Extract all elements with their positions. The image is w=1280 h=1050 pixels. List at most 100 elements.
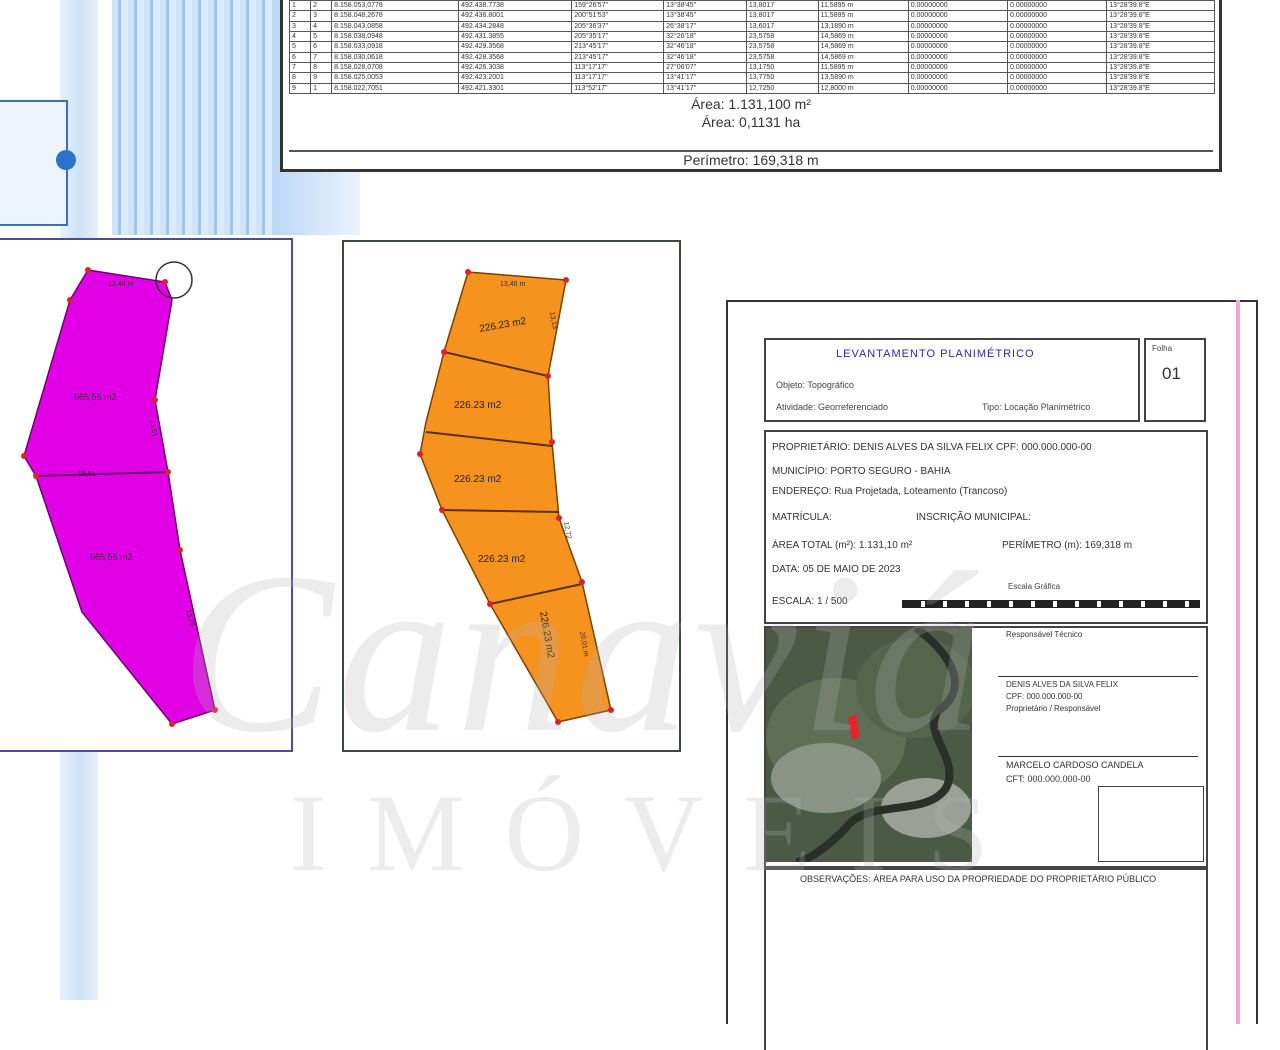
table-cell: 0.00000000 (907, 0, 1008, 12)
vertex-point (417, 451, 423, 457)
table-cell: 32°26'18" (663, 30, 747, 43)
area-label: 565,55 m2 (74, 392, 117, 402)
header-type: Tipo: Locação Planimétrico (982, 402, 1091, 412)
registration-line: MATRÍCULA: (772, 512, 832, 523)
sheet-number-label: Folha (1152, 344, 1173, 353)
vertex-point (556, 515, 562, 521)
table-cell: 0.00000000 (1006, 30, 1108, 43)
table-cell: 8 (288, 72, 312, 84)
header-box: LEVANTAMENTO PLANIMÉTRICO Objeto: Topogr… (764, 338, 1140, 422)
table-cell: 205°35'17" (571, 30, 665, 43)
selection-ring-icon (155, 261, 193, 299)
vertex-point (555, 719, 561, 725)
municipality-line: MUNICÍPIO: PORTO SEGURO - BAHIA (772, 466, 951, 477)
table-cell: 492.428.3568 (458, 51, 573, 63)
vertex-point (545, 373, 551, 379)
table-cell: 8.158.028,0708 (331, 61, 460, 74)
table-cell: 27°06'07" (663, 61, 747, 74)
owner-line: PROPRIETÁRIO: DENIS ALVES DA SILVA FELIX… (772, 442, 1092, 453)
table-cell: 13°28'39.8"E (1106, 61, 1215, 74)
signer-name: DENIS ALVES DA SILVA FELIX (1006, 680, 1119, 689)
table-cell: 23,5758 (745, 51, 819, 63)
table-cell: 11,5895 m (817, 61, 909, 74)
signature-line (998, 756, 1198, 757)
lower-section: Responsável Técnico DENIS ALVES DA SILVA… (764, 626, 1208, 868)
table-cell: 13,7750 (745, 72, 819, 84)
table-cell: 0.00000000 (1006, 61, 1108, 74)
table-cell: 492.426.3038 (458, 61, 573, 74)
graphic-scale-label: Escala Gráfica (1008, 582, 1061, 591)
table-row: 1 2 8.158.053,0778 492.438.7738 159°26'57" 13… (288, 0, 1215, 12)
table-cell: 492.436.8001 (458, 10, 573, 22)
table-row: 3 4 8.158.043,0858 492.434.2848 205°36'37" 26… (288, 20, 1215, 33)
table-row: 7 8 8.158.028,0708 492.426.3038 113°17'17" 27… (288, 61, 1215, 74)
technician-registration: CFT: 000.000.000-00 (1006, 774, 1091, 784)
table-cell: 159°26'57" (571, 0, 665, 12)
table-cell: 0.00000000 (907, 61, 1008, 74)
table-cell: 13°38'45" (663, 10, 747, 22)
table-row: 5 6 8.158.033,0918 492.429.3568 213°45'17" 32… (288, 41, 1215, 53)
table-cell: 0.00000000 (907, 30, 1008, 43)
table-cell: 8.158.030,0618 (331, 51, 460, 63)
table-cell: 13,8017 (745, 10, 819, 22)
table-cell: 14,5869 m (817, 30, 909, 43)
table-cell: 13,1890 m (817, 20, 909, 33)
area-label: 226.23 m2 (454, 400, 502, 411)
table-cell: 0.00000000 (1006, 41, 1108, 53)
stamp-box (1098, 786, 1204, 862)
table-cell: 0.00000000 (1006, 10, 1108, 22)
header-activity: Atividade: Georreferenciado (776, 402, 889, 412)
table-cell: 8.158.038,0948 (331, 30, 460, 43)
table-cell: 1 (288, 0, 312, 12)
table-cell: 213°45'17" (571, 51, 665, 63)
table-cell: 8.158.025,0053 (331, 72, 460, 84)
lot-svg-orange: 226.23 m2 226.23 m2 226.23 m2 226.23 m2 … (417, 269, 614, 725)
vertex-point (549, 439, 555, 445)
table-cell: 14,5869 m (817, 41, 909, 53)
table-cell: 13°41'17" (663, 82, 747, 95)
table-cell: 12,8000 m (817, 82, 909, 95)
area-label: 226.23 m2 (454, 474, 502, 485)
address-line: ENDEREÇO: Rua Projetada, Loteamento (Tra… (772, 486, 1008, 497)
table-cell: 492.434.2848 (458, 20, 573, 33)
table-cell: 3 (310, 10, 333, 22)
handle-dot-icon[interactable] (56, 150, 76, 170)
table-cell: 8.158.053,0778 (331, 0, 460, 12)
table-cell: 32°46'18" (663, 41, 747, 53)
table-cell: 4 (288, 30, 312, 43)
signature-label: Responsável Técnico (1006, 630, 1083, 639)
table-cell: 113°17'17" (571, 72, 665, 84)
table-cell: 2 (310, 0, 333, 12)
table-cell: 4 (310, 20, 333, 33)
vertex-point (608, 707, 614, 713)
table-cell: 11,5895 m (817, 10, 909, 22)
table-cell: 200°51'53" (571, 10, 665, 22)
table-cell: 6 (288, 51, 312, 63)
table-cell: 26°38'17" (663, 20, 747, 33)
coordinates-table: 1 2 8.158.053,0778 492.438.7738 159°26'57" 13… (288, 0, 1215, 95)
info-box: PROPRIETÁRIO: DENIS ALVES DA SILVA FELIX… (764, 430, 1208, 624)
table-cell: 12,7250 (745, 82, 819, 95)
perimeter-line: PERÍMETRO (m): 169,318 m (1002, 540, 1133, 551)
vertex-point (441, 349, 447, 355)
vertex-point (169, 721, 175, 727)
edge-label: 15,51 (78, 471, 96, 478)
vertex-point (67, 297, 73, 303)
signature-line (998, 676, 1198, 677)
lot-drawing-orange: 226.23 m2 226.23 m2 226.23 m2 226.23 m2 … (342, 240, 681, 752)
lot-drawing-purple: 565,55 m2 565,55 m2 13,46 m 15,51 15,51 … (0, 238, 293, 752)
date-line: DATA: 05 DE MAIO DE 2023 (772, 564, 901, 575)
table-cell: 32°46'18" (663, 51, 747, 63)
vertex-point (33, 473, 39, 479)
table-cell: 3 (288, 20, 312, 33)
area-m2-text: Área: 1.131,100 m² (691, 96, 811, 112)
edge-label: 13,46 m (500, 281, 525, 288)
signer-cpf: CPF: 000.000.000-00 (1006, 692, 1083, 701)
table-cell: 14,5869 m (817, 51, 909, 63)
table-cell: 113°52'17" (571, 82, 665, 95)
table-cell: 11,5895 m (817, 0, 909, 12)
table-cell: 492.429.3568 (458, 41, 573, 53)
table-cell: 0.00000000 (907, 82, 1008, 95)
vertex-point (21, 453, 27, 459)
table-cell: 0.00000000 (1006, 0, 1108, 12)
